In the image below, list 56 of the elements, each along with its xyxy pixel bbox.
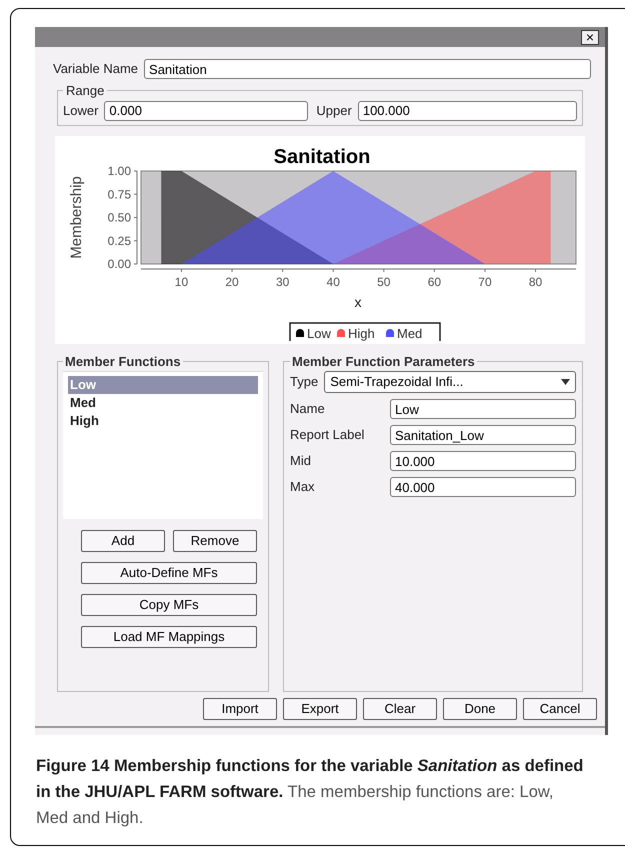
dialog-button[interactable]: Auto-Define MFs xyxy=(81,562,257,584)
dialog-button[interactable]: Load MF Mappings xyxy=(81,626,257,648)
upper-field[interactable]: 100.000 xyxy=(358,100,577,120)
variable-name-field[interactable]: Sanitation xyxy=(144,59,591,79)
field-label: Upper xyxy=(316,102,352,120)
group-title: Member Functions xyxy=(64,352,182,370)
dialog-button[interactable]: Done xyxy=(443,698,517,720)
group-title: Range xyxy=(65,82,106,100)
field-label: Mid xyxy=(290,452,312,470)
lower-field[interactable]: 0.000 xyxy=(104,100,308,120)
y-axis-label: Membership xyxy=(68,176,85,258)
field-label: Report Label xyxy=(290,426,366,444)
parameter-field[interactable]: Sanitation_Low xyxy=(390,425,576,445)
x-tick-label: 20 xyxy=(225,274,239,288)
x-tick-label: 40 xyxy=(326,274,340,288)
field-label: Variable Name xyxy=(53,60,138,78)
parameter-field[interactable]: Low xyxy=(390,399,576,419)
field-label: Max xyxy=(290,478,316,496)
dialog-button[interactable]: Copy MFs xyxy=(81,594,257,616)
parameter-field[interactable]: 40.000 xyxy=(390,477,576,497)
legend-label: Low xyxy=(307,326,331,340)
list-item[interactable]: Med xyxy=(68,394,258,412)
close-button[interactable]: × xyxy=(581,30,599,44)
x-tick-label: 30 xyxy=(276,274,290,288)
dialog-button[interactable]: Clear xyxy=(363,698,437,720)
y-tick-label: 0.75 xyxy=(108,186,131,201)
dialog-button[interactable]: Export xyxy=(283,698,357,720)
figure-caption: Figure 14 Membership functions for the variable Sanitation as defined in the JHU/APL FARM software. The membership functions are: Low, Med and High. xyxy=(36,756,584,829)
chart-title: Sanitation xyxy=(274,146,370,168)
y-tick-label: 1.00 xyxy=(108,164,131,178)
x-tick-label: 70 xyxy=(478,274,492,288)
x-tick-label: 80 xyxy=(528,274,542,288)
list-item[interactable]: High xyxy=(68,412,258,430)
field-label: Name xyxy=(290,400,326,418)
dropdown-caret-icon xyxy=(561,379,570,385)
field-label: Type xyxy=(290,373,318,392)
field-label: Lower xyxy=(63,102,98,120)
group-title: Member Function Parameters xyxy=(291,352,476,370)
x-axis-label: x xyxy=(354,294,362,310)
parameter-field[interactable]: 10.000 xyxy=(390,451,576,471)
dialog-button[interactable]: Add xyxy=(81,530,165,552)
dialog-button[interactable]: Import xyxy=(203,698,277,720)
legend-marker-icon xyxy=(296,328,304,336)
x-tick-label: 50 xyxy=(377,274,390,288)
x-tick-label: 60 xyxy=(428,274,442,288)
x-tick-label: 10 xyxy=(174,274,188,288)
y-tick-label: 0.50 xyxy=(108,210,131,224)
legend-marker-icon xyxy=(386,328,394,336)
legend-label: Med xyxy=(397,326,422,340)
y-tick-label: 0.25 xyxy=(108,233,131,248)
legend-label: High xyxy=(348,326,375,340)
type-dropdown[interactable]: Semi-Trapezoidal Infi... xyxy=(324,371,576,393)
legend-marker-icon xyxy=(337,328,345,336)
dialog-button[interactable]: Cancel xyxy=(523,698,597,720)
y-tick-label: 0.00 xyxy=(108,256,131,270)
dialog-button[interactable]: Remove xyxy=(173,530,257,552)
